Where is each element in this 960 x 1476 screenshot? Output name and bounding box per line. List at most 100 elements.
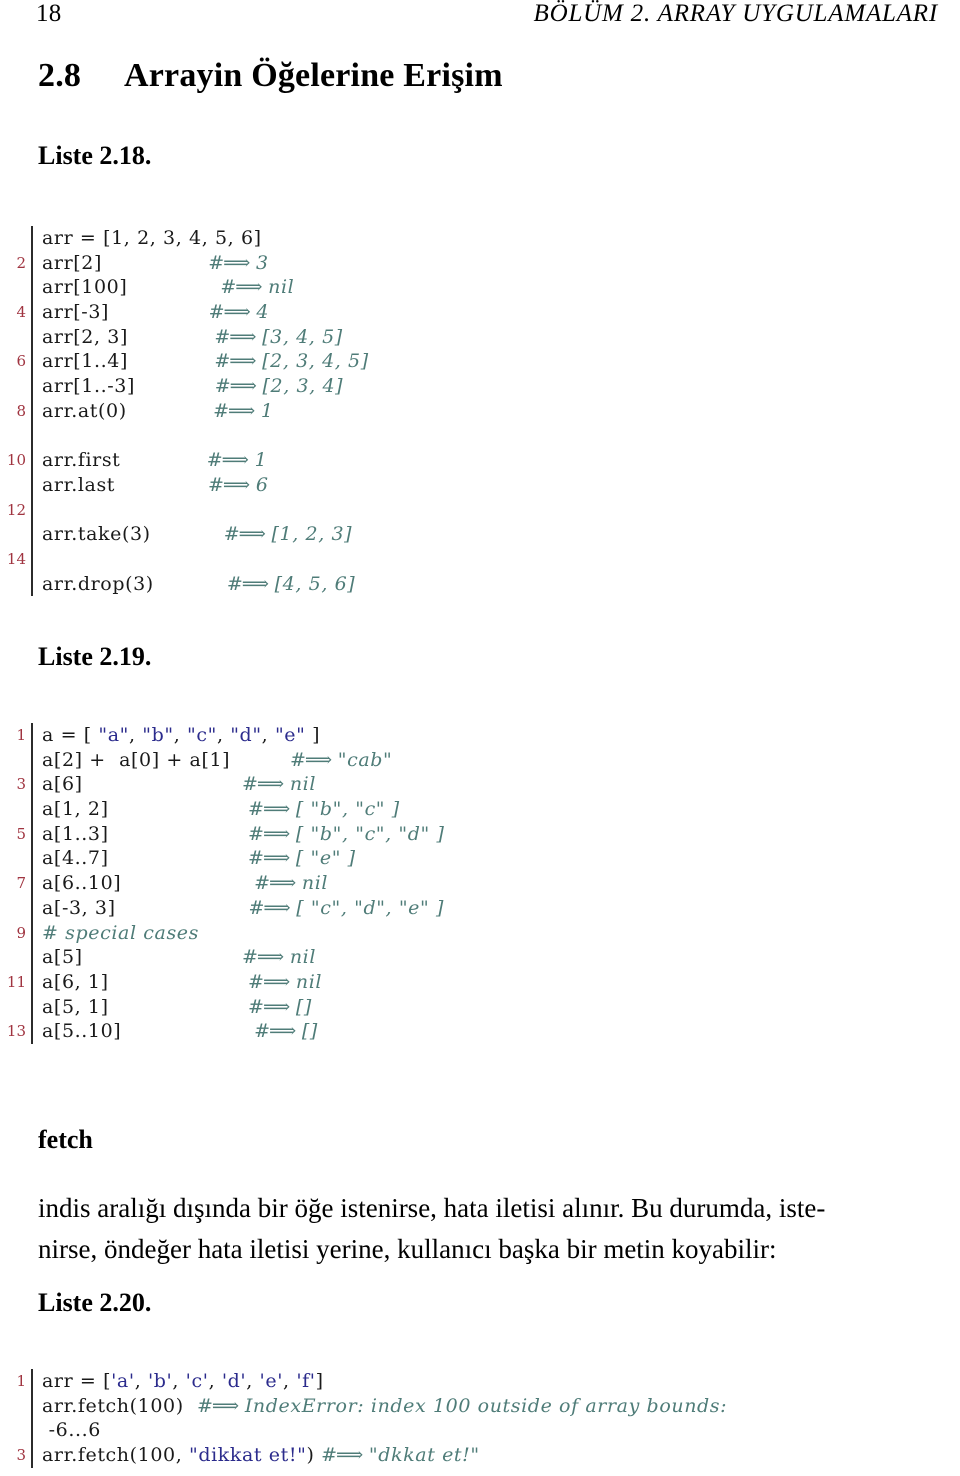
code-gap <box>102 252 208 274</box>
code-text: arr.fetch(100, "dikkat et!") #⟹ "dkkat e… <box>33 1443 727 1468</box>
code-token: a[2] + a[0] + a[1] <box>42 748 231 771</box>
code-gap <box>230 749 290 771</box>
code-line-number: 3 <box>16 1446 26 1465</box>
code-text: arr[-3] #⟹ 4 <box>33 300 369 325</box>
hash-arrow-icon: #⟹ <box>242 946 284 969</box>
code-gap <box>109 798 248 820</box>
code-token: arr[2] <box>42 251 103 274</box>
code-line-number: 14 <box>6 549 26 568</box>
code-gap <box>83 773 242 795</box>
hash-arrow-icon: #⟹ <box>214 325 256 348</box>
code-gap <box>127 276 220 298</box>
code-comment: # special cases <box>42 921 199 944</box>
code-text: arr[2, 3] #⟹ [3, 4, 5] <box>33 325 369 350</box>
code-comment: #⟹ [2, 3, 4, 5] <box>214 350 369 373</box>
hash-arrow-icon: #⟹ <box>214 375 257 398</box>
code-text: a[2] + a[0] + a[1] #⟹ "cab" <box>33 748 445 773</box>
hash-arrow-icon: #⟹ <box>208 251 250 274</box>
code-line: 6 arr[1..4] #⟹ [2, 3, 4, 5] <box>0 349 369 375</box>
code-text: arr[100] #⟹ nil <box>33 275 369 300</box>
code-comment: #⟹ nil <box>242 773 317 796</box>
hash-arrow-icon: #⟹ <box>254 872 296 895</box>
code-text: arr[1..-3] #⟹ [2, 3, 4] <box>33 374 369 399</box>
code-line-number: 13 <box>6 1022 26 1041</box>
code-token: a[4..7] <box>42 847 109 870</box>
code-token: arr = [ <box>42 1370 112 1392</box>
code-gap <box>128 350 214 372</box>
code-text: a[5] #⟹ nil <box>33 945 445 970</box>
code-token: arr[1..4] <box>42 350 128 373</box>
code-text: a[5..10] #⟹ [] <box>33 1019 445 1044</box>
code-text: a[-3, 3] #⟹ [ "c", "d", "e" ] <box>33 896 445 921</box>
code-comment: #⟹ 4 <box>208 301 270 324</box>
code-line: 9 # special cases <box>0 920 445 946</box>
code-line: 7 a[6..10] #⟹ nil <box>0 871 445 896</box>
hash-arrow-icon: #⟹ <box>248 847 290 870</box>
code-token: , <box>261 724 275 746</box>
code-line-number: 4 <box>16 303 26 322</box>
code-line: arr = [1, 2, 3, 4, 5, 6] <box>0 226 369 251</box>
code-line: 10 arr.first #⟹ 1 <box>0 448 369 473</box>
code-gap <box>135 375 215 397</box>
code-token: -6...6 <box>42 1419 101 1442</box>
code-text: a[1, 2] #⟹ [ "b", "c" ] <box>33 797 445 822</box>
code-token: a[5, 1] <box>42 995 109 1018</box>
string-literal: "b" <box>142 724 174 746</box>
code-line-number: 1 <box>16 726 26 744</box>
paragraph-line-1: indis aralığı dışında bir öğe istenirse,… <box>38 1193 826 1223</box>
code-gap <box>128 326 214 348</box>
code-line: arr[1..-3] #⟹ [2, 3, 4] <box>0 374 369 399</box>
code-token: , <box>134 1370 148 1392</box>
hash-arrow-icon: #⟹ <box>248 822 290 845</box>
code-token: , <box>173 724 188 746</box>
code-text: arr.take(3) #⟹ [1, 2, 3] <box>33 522 369 547</box>
code-gap <box>154 573 227 595</box>
code-line: a[5, 1] #⟹ [] <box>0 994 445 1020</box>
code-comment: #⟹ [ "e" ] <box>248 847 356 870</box>
code-text: arr.drop(3) #⟹ [4, 5, 6] <box>33 572 369 597</box>
hash-arrow-icon: #⟹ <box>321 1444 363 1467</box>
string-literal: 'e' <box>259 1370 284 1392</box>
code-line-number: 1 <box>16 1372 26 1390</box>
hash-arrow-icon: #⟹ <box>242 773 284 796</box>
code-text: arr.first #⟹ 1 <box>33 448 369 473</box>
code-token: arr = [1, 2, 3, 4, 5, 6] <box>42 227 262 249</box>
code-token: a[1..3] <box>42 822 109 845</box>
code-listing-218: arr = [1, 2, 3, 4, 5, 6] 2 arr[2] #⟹ 3 arr[… <box>0 226 369 597</box>
hash-arrow-icon: #⟹ <box>214 350 256 373</box>
code-line-number: 10 <box>6 451 26 470</box>
code-line: a[-3, 3] #⟹ [ "c", "d", "e" ] <box>0 895 445 921</box>
code-text: a[5, 1] #⟹ [] <box>33 995 445 1020</box>
body-paragraph: indis aralığı dışında bir öğe istenirse,… <box>38 1188 928 1270</box>
string-literal: 'c' <box>185 1370 209 1392</box>
code-text: a[6..10] #⟹ nil <box>33 871 445 896</box>
code-token: arr.fetch(100, <box>42 1444 189 1467</box>
code-line-number: 9 <box>16 923 26 942</box>
code-token: a[-3, 3] <box>42 896 116 919</box>
hash-arrow-icon: #⟹ <box>197 1394 239 1417</box>
code-gap <box>116 897 249 919</box>
hash-arrow-icon: #⟹ <box>289 748 332 771</box>
string-literal: 'f' <box>296 1370 316 1392</box>
code-text: a[4..7] #⟹ [ "e" ] <box>33 846 445 871</box>
code-text: a[6, 1] #⟹ nil <box>33 970 445 995</box>
code-comment: #⟹ 6 <box>208 473 269 496</box>
code-text: arr.at(0) #⟹ 1 <box>33 399 369 424</box>
string-literal: "c" <box>187 724 217 746</box>
code-line-number: 6 <box>16 352 26 371</box>
code-gap <box>83 946 242 968</box>
code-line: 2 arr[2] #⟹ 3 <box>0 250 369 276</box>
code-token: , <box>208 1370 222 1392</box>
code-line: -6...6 <box>0 1418 727 1444</box>
code-token: a[5..10] <box>42 1020 122 1043</box>
code-line: arr.drop(3) #⟹ [4, 5, 6] <box>0 571 369 597</box>
code-line: 5 a[1..3] #⟹ [ "b", "c", "d" ] <box>0 821 445 847</box>
paragraph-line-2: nirse, öndeğer hata iletisi yerine, kull… <box>38 1234 777 1264</box>
code-line-number: 3 <box>16 775 26 794</box>
fetch-subheading: fetch <box>38 1125 93 1154</box>
code-line: arr[2, 3] #⟹ [3, 4, 5] <box>0 324 369 350</box>
code-token: arr[-3] <box>42 301 110 324</box>
code-text: a[1..3] #⟹ [ "b", "c", "d" ] <box>33 822 445 847</box>
code-token: , <box>283 1370 297 1392</box>
